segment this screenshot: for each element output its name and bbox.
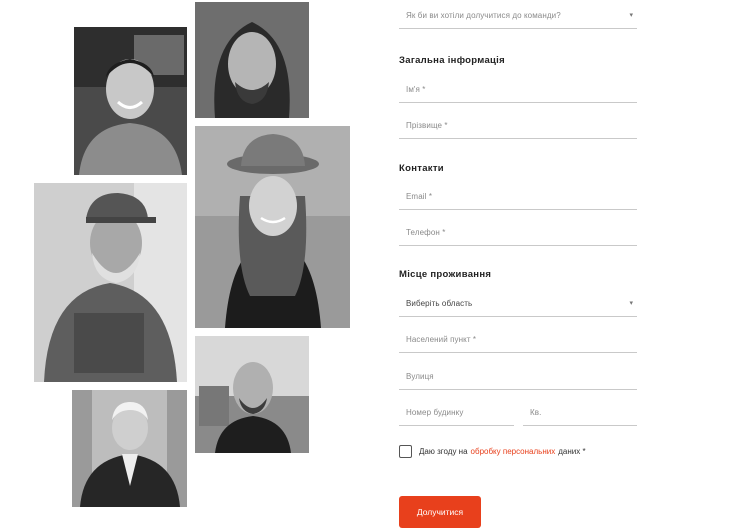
email-placeholder: Email * — [406, 192, 433, 201]
personal-data-link[interactable]: обробку персональних — [471, 447, 556, 456]
join-type-select[interactable]: Як би ви хотіли долучитися до команди? ▾ — [399, 0, 637, 29]
locality-field[interactable]: Населений пункт * — [399, 328, 637, 353]
consent-row: Даю згоду на обробку персональних даних … — [399, 444, 586, 458]
contacts-title: Контакти — [399, 163, 444, 174]
join-button[interactable]: Долучитися — [399, 496, 481, 528]
photo-woman-panama-hat — [195, 126, 350, 328]
phone-placeholder: Телефон * — [406, 228, 446, 237]
photo-smiling-man — [74, 27, 187, 175]
volunteer-form: Як би ви хотіли долучитися до команди? ▾… — [399, 0, 637, 531]
photo-bald-man — [195, 336, 309, 453]
surname-placeholder: Прізвище * — [406, 121, 448, 130]
street-field[interactable]: Вулиця — [399, 365, 637, 390]
consent-checkbox[interactable] — [399, 444, 412, 458]
residence-title: Місце проживання — [399, 269, 492, 280]
apartment-placeholder: Кв. — [530, 408, 542, 417]
region-select[interactable]: Виберіть область ▾ — [399, 292, 637, 317]
region-placeholder: Виберіть область — [406, 299, 473, 308]
chevron-down-icon: ▾ — [629, 12, 633, 19]
house-number-placeholder: Номер будинку — [406, 408, 464, 417]
consent-text-suffix: даних * — [558, 446, 586, 456]
join-type-placeholder: Як би ви хотіли долучитися до команди? — [406, 11, 561, 20]
house-number-field[interactable]: Номер будинку — [399, 401, 514, 426]
name-placeholder: Ім'я * — [406, 85, 426, 94]
photo-older-man-cap — [34, 183, 187, 382]
apartment-field[interactable]: Кв. — [523, 401, 637, 426]
street-placeholder: Вулиця — [406, 372, 434, 381]
name-field[interactable]: Ім'я * — [399, 78, 637, 103]
email-field[interactable]: Email * — [399, 185, 637, 210]
locality-placeholder: Населений пункт * — [406, 335, 477, 344]
phone-field[interactable]: Телефон * — [399, 221, 637, 246]
general-info-title: Загальна інформація — [399, 55, 505, 66]
photo-long-hair-man — [195, 2, 309, 118]
chevron-down-icon: ▾ — [629, 300, 633, 307]
surname-field[interactable]: Прізвище * — [399, 114, 637, 139]
consent-text-prefix: Даю згоду на — [419, 446, 468, 456]
photo-man-in-suit — [72, 390, 187, 507]
